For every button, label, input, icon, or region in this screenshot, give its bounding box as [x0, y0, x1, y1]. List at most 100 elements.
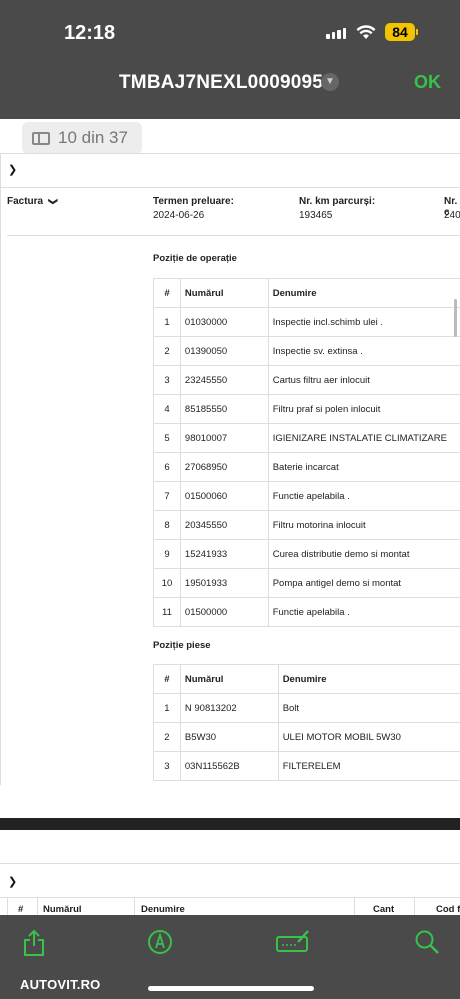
row-index: 1 — [153, 307, 181, 337]
search-icon[interactable] — [414, 929, 440, 955]
row-number: 01030000 — [179, 307, 269, 337]
row-description: Filtru praf si polen inlocuit — [267, 394, 460, 424]
battery-indicator: 84 — [385, 23, 415, 41]
table-row: 3 03N115562B FILTERELEM — [153, 751, 460, 781]
cellular-signal-icon — [326, 28, 346, 39]
frame-line — [0, 187, 460, 188]
page-counter-label: 10 din 37 — [58, 128, 128, 147]
row-number: 20345550 — [179, 510, 269, 540]
table-row: 5 98010007 IGIENIZARE INSTALATIE CLIMATIZA… — [153, 423, 460, 453]
column-header: # — [18, 904, 24, 915]
row-number: 03N115562B — [179, 751, 279, 781]
row-index: 9 — [153, 539, 181, 569]
row-index: 2 — [153, 722, 181, 752]
operations-section-title: Poziție de operație — [153, 253, 237, 264]
next-document-page: ❯ # Numărul Denumire Cant Cod fa — [0, 830, 460, 915]
column-header: # — [153, 664, 181, 694]
parts-section-title: Poziție piese — [153, 640, 211, 651]
table-header-row: # Numărul Denumire — [153, 664, 460, 694]
page-counter[interactable]: 10 din 37 — [22, 122, 142, 154]
nav-bar: TMBAJ7NEXL0009095 ▼ OK — [0, 68, 460, 108]
ok-button[interactable]: OK — [414, 72, 441, 93]
row-description: Curea distributie demo si montat — [267, 539, 460, 569]
share-icon[interactable] — [22, 929, 46, 957]
column-header: Cant — [373, 904, 395, 915]
operations-table: # Numărul Denumire 1 01030000 Inspectie in… — [153, 278, 460, 627]
row-description: Pompa antigel demo si montat — [267, 568, 460, 598]
row-description: Baterie incarcat — [267, 452, 460, 482]
nr-km-label: Nr. km parcurși: — [299, 196, 376, 207]
row-index: 3 — [153, 751, 181, 781]
next-table-header: # Numărul Denumire Cant Cod fa — [7, 897, 460, 915]
row-number: B5W30 — [179, 722, 279, 752]
table-row: 4 85185550 Filtru praf si polen inlocuit — [153, 394, 460, 424]
scrollbar-thumb[interactable] — [454, 299, 457, 337]
home-indicator[interactable] — [148, 986, 314, 991]
row-index: 4 — [153, 394, 181, 424]
termen-preluare-label: Termen preluare: — [153, 196, 234, 207]
frame-top-line — [0, 153, 460, 154]
document-title[interactable]: TMBAJ7NEXL0009095 — [119, 72, 323, 94]
row-index: 1 — [153, 693, 181, 723]
row-description: ULEI MOTOR MOBIL 5W30 — [277, 722, 460, 752]
table-row: 7 01500060 Functie apelabila . — [153, 481, 460, 511]
row-description: Functie apelabila . — [267, 597, 460, 627]
table-row: 2 B5W30 ULEI MOTOR MOBIL 5W30 — [153, 722, 460, 752]
column-header: Cod fa — [436, 904, 460, 915]
column-divider — [414, 897, 415, 915]
table-row: 11 01500000 Functie apelabila . — [153, 597, 460, 627]
row-description: Inspectie incl.schimb ulei . — [267, 307, 460, 337]
frame-left-line — [0, 153, 1, 785]
row-number: N 90813202 — [179, 693, 279, 723]
battery-tip — [416, 29, 418, 35]
signature-icon[interactable] — [276, 929, 310, 953]
nr-c-value: 240 — [444, 210, 460, 221]
chevron-down-icon[interactable]: ▼ — [321, 73, 339, 91]
row-description: Functie apelabila . — [267, 481, 460, 511]
chevron-down-icon[interactable]: ❯ — [8, 875, 17, 888]
page-divider — [0, 818, 460, 830]
row-number: 27068950 — [179, 452, 269, 482]
column-header: Denumire — [277, 664, 460, 694]
chevron-down-icon[interactable]: ❯ — [8, 163, 17, 176]
row-number: 01500000 — [179, 597, 269, 627]
row-index: 3 — [153, 365, 181, 395]
column-header: Denumire — [141, 904, 185, 915]
row-description: Inspectie sv. extinsa . — [267, 336, 460, 366]
row-number: 23245550 — [179, 365, 269, 395]
row-index: 5 — [153, 423, 181, 453]
row-index: 7 — [153, 481, 181, 511]
table-row: 10 19501933 Pompa antigel demo si montat — [153, 568, 460, 598]
row-description: Filtru motorina inlocuit — [267, 510, 460, 540]
bottom-toolbar: AUTOVIT.RO — [0, 915, 460, 999]
row-number: 01390050 — [179, 336, 269, 366]
table-row: 1 01030000 Inspectie incl.schimb ulei . — [153, 307, 460, 337]
factura-label[interactable]: Factura ❯ — [7, 196, 59, 207]
table-row: 8 20345550 Filtru motorina inlocuit — [153, 510, 460, 540]
column-header: # — [153, 278, 181, 308]
column-divider — [354, 897, 355, 915]
row-description: Bolt — [277, 693, 460, 723]
row-index: 2 — [153, 336, 181, 366]
parts-table: # Numărul Denumire 1N 90813202 Bolt 2 B5W3… — [153, 664, 460, 781]
chevron-down-icon: ❯ — [48, 197, 59, 206]
sidebar-icon — [32, 131, 50, 145]
row-index: 11 — [153, 597, 181, 627]
table-row: 6 27068950 Baterie incarcat — [153, 452, 460, 482]
table-row: 9 15241933 Curea distributie demo si monta… — [153, 539, 460, 569]
table-header-row: # Numărul Denumire — [153, 278, 460, 308]
termen-preluare-value: 2024-06-26 — [153, 210, 205, 221]
column-header: Denumire — [267, 278, 460, 308]
table-row: 2 01390050 Inspectie sv. extinsa . — [153, 336, 460, 366]
table-row: 3 23245550 Cartus filtru aer inlocuit — [153, 365, 460, 395]
column-header: Numărul — [43, 904, 82, 915]
table-row: 1N 90813202 Bolt — [153, 693, 460, 723]
status-time: 12:18 — [64, 22, 116, 44]
row-number: 19501933 — [179, 568, 269, 598]
frame-line — [7, 235, 460, 236]
factura-text: Factura — [7, 196, 44, 207]
row-description: IGIENIZARE INSTALATIE CLIMATIZARE — [267, 423, 460, 453]
column-divider — [134, 897, 135, 915]
row-number: 01500060 — [179, 481, 269, 511]
markup-icon[interactable] — [147, 929, 173, 955]
